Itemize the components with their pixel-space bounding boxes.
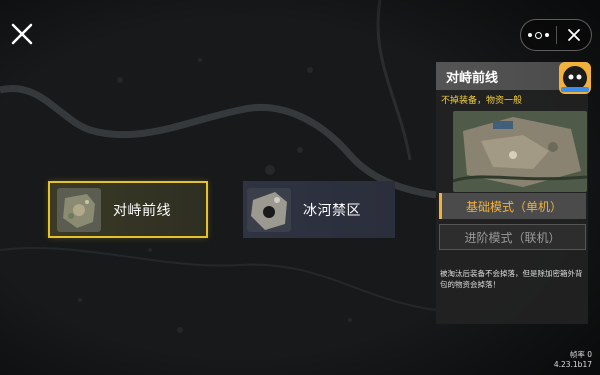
mode-basic-button[interactable]: 基础模式（单机）: [439, 193, 586, 219]
close-x-icon: [11, 23, 33, 45]
exit-button[interactable]: [9, 21, 35, 47]
mode-advanced-button[interactable]: 进阶模式（联机）: [439, 224, 586, 250]
panel-title: 对峙前线: [446, 71, 499, 86]
close-icon: [567, 29, 580, 41]
map-card-frontline[interactable]: 对峙前线: [48, 181, 208, 238]
capsule-close-button[interactable]: [557, 20, 592, 50]
more-button[interactable]: [521, 20, 556, 50]
map-label: 冰河禁区: [303, 202, 361, 219]
capsule-menu: [520, 19, 592, 51]
map-preview: [453, 111, 587, 192]
version-info: 帧率 0 4.23.1b17: [554, 350, 592, 370]
fps-text: 帧率 0: [569, 350, 592, 359]
version-text: 4.23.1b17: [553, 360, 592, 369]
map-detail-panel: 对峙前线 不掉装备，物资一般 基础模式（单机） 进阶模式（联机） 被淘汰后装备不…: [436, 62, 591, 324]
panel-subtitle: 不掉装备，物资一般: [441, 96, 523, 106]
map-thumbnail: [57, 187, 101, 232]
drop-rule-note: 被淘汰后装备不会掉落，但是除加密箱外背包的物资会掉落！: [440, 269, 583, 289]
more-dots-icon: [527, 31, 549, 39]
map-thumbnail: [247, 187, 291, 232]
map-label: 对峙前线: [113, 202, 171, 219]
map-card-glacier[interactable]: 冰河禁区: [243, 181, 395, 238]
panel-header: 对峙前线: [436, 62, 591, 94]
mascot-icon: [559, 62, 591, 94]
